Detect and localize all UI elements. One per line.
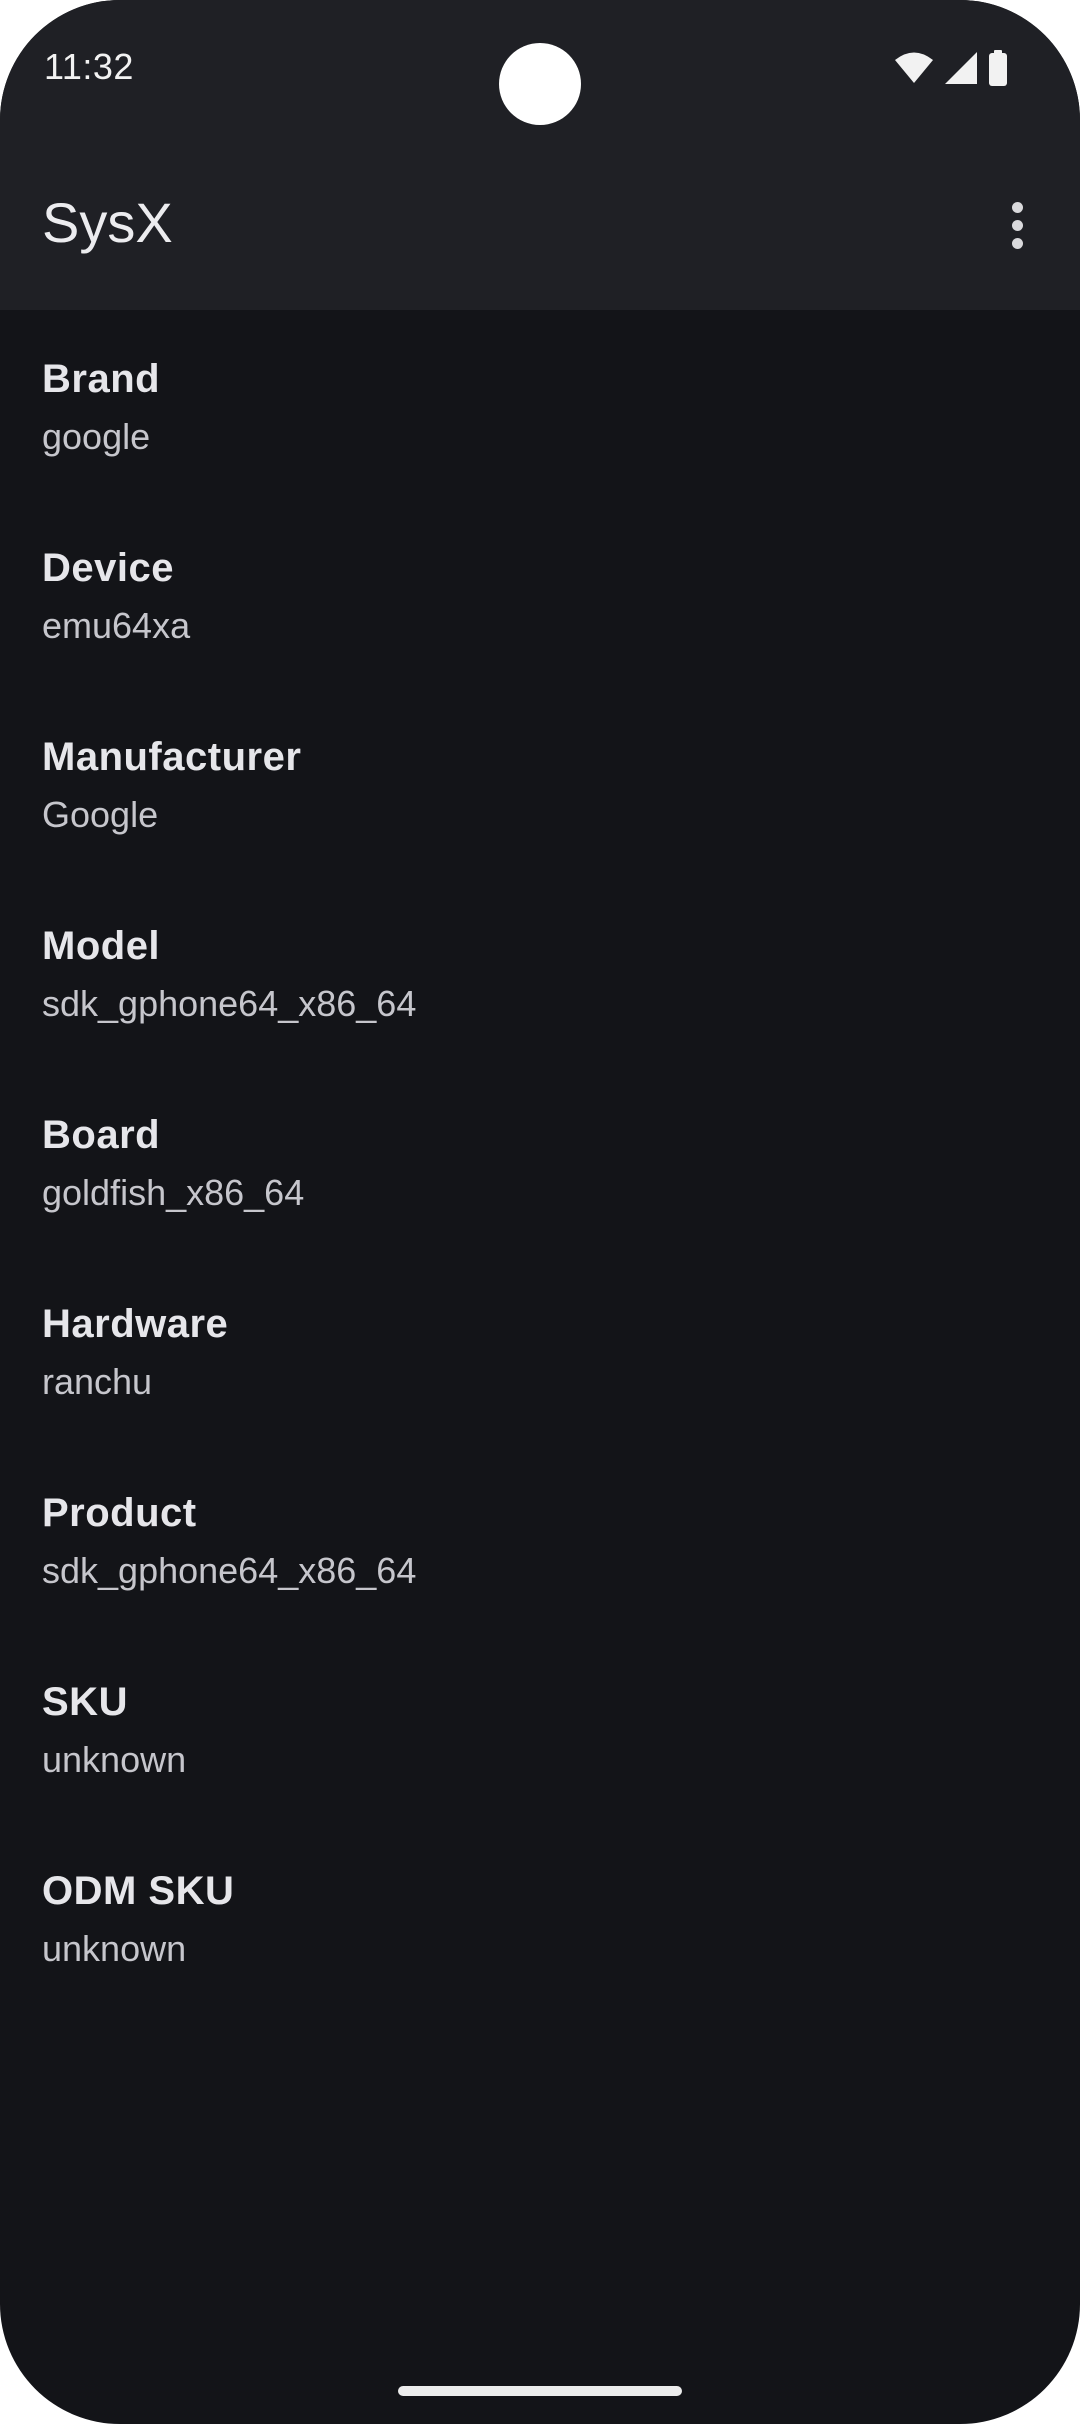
- info-item-board: Board goldfish_x86_64: [0, 1066, 1080, 1255]
- info-item-odm-sku: ODM SKU unknown: [0, 1822, 1080, 2011]
- info-label: Brand: [42, 357, 161, 401]
- camera-cutout: [499, 43, 581, 125]
- more-vert-icon-dot: [1011, 237, 1023, 249]
- info-label: Manufacturer: [42, 735, 302, 779]
- more-vert-icon-dot: [1011, 219, 1023, 231]
- info-label: Product: [42, 1491, 197, 1535]
- info-value: goldfish_x86_64: [42, 1172, 305, 1213]
- info-value: Google: [42, 794, 159, 835]
- info-item-manufacturer: Manufacturer Google: [0, 688, 1080, 877]
- info-item-hardware: Hardware ranchu: [0, 1255, 1080, 1444]
- status-bar: 11:32: [0, 0, 1080, 140]
- info-item-sku: SKU unknown: [0, 1633, 1080, 1822]
- more-vert-icon: [1011, 201, 1023, 213]
- info-value: sdk_gphone64_x86_64: [42, 983, 417, 1024]
- cellular-signal-icon: [944, 51, 978, 90]
- info-value: emu64xa: [42, 605, 191, 646]
- info-label: Board: [42, 1113, 161, 1157]
- info-label: Device: [42, 546, 174, 590]
- info-item-device: Device emu64xa: [0, 499, 1080, 688]
- home-gesture-bar[interactable]: [398, 2386, 682, 2396]
- info-value: unknown: [42, 1928, 187, 1969]
- phone-screen: 11:32 SysX Brand google Device emu64xa M…: [0, 0, 1080, 2424]
- info-item-product: Product sdk_gphone64_x86_64: [0, 1444, 1080, 1633]
- status-icons: [894, 49, 1008, 91]
- info-value: ranchu: [42, 1361, 153, 1402]
- info-item-model: Model sdk_gphone64_x86_64: [0, 877, 1080, 1066]
- info-item-brand: Brand google: [0, 310, 1080, 499]
- battery-icon: [988, 49, 1008, 91]
- info-label: SKU: [42, 1680, 128, 1724]
- info-label: Hardware: [42, 1302, 229, 1346]
- info-value: sdk_gphone64_x86_64: [42, 1550, 417, 1591]
- info-value: unknown: [42, 1739, 187, 1780]
- wifi-icon: [894, 51, 934, 90]
- info-value: google: [42, 416, 151, 457]
- status-time: 11:32: [44, 46, 134, 87]
- info-label: Model: [42, 924, 161, 968]
- info-label: ODM SKU: [42, 1869, 235, 1913]
- more-options-button[interactable]: [982, 190, 1052, 260]
- app-bar: SysX: [0, 140, 1080, 310]
- device-info-list: Brand google Device emu64xa Manufacturer…: [0, 310, 1080, 2011]
- app-title: SysX: [42, 191, 173, 254]
